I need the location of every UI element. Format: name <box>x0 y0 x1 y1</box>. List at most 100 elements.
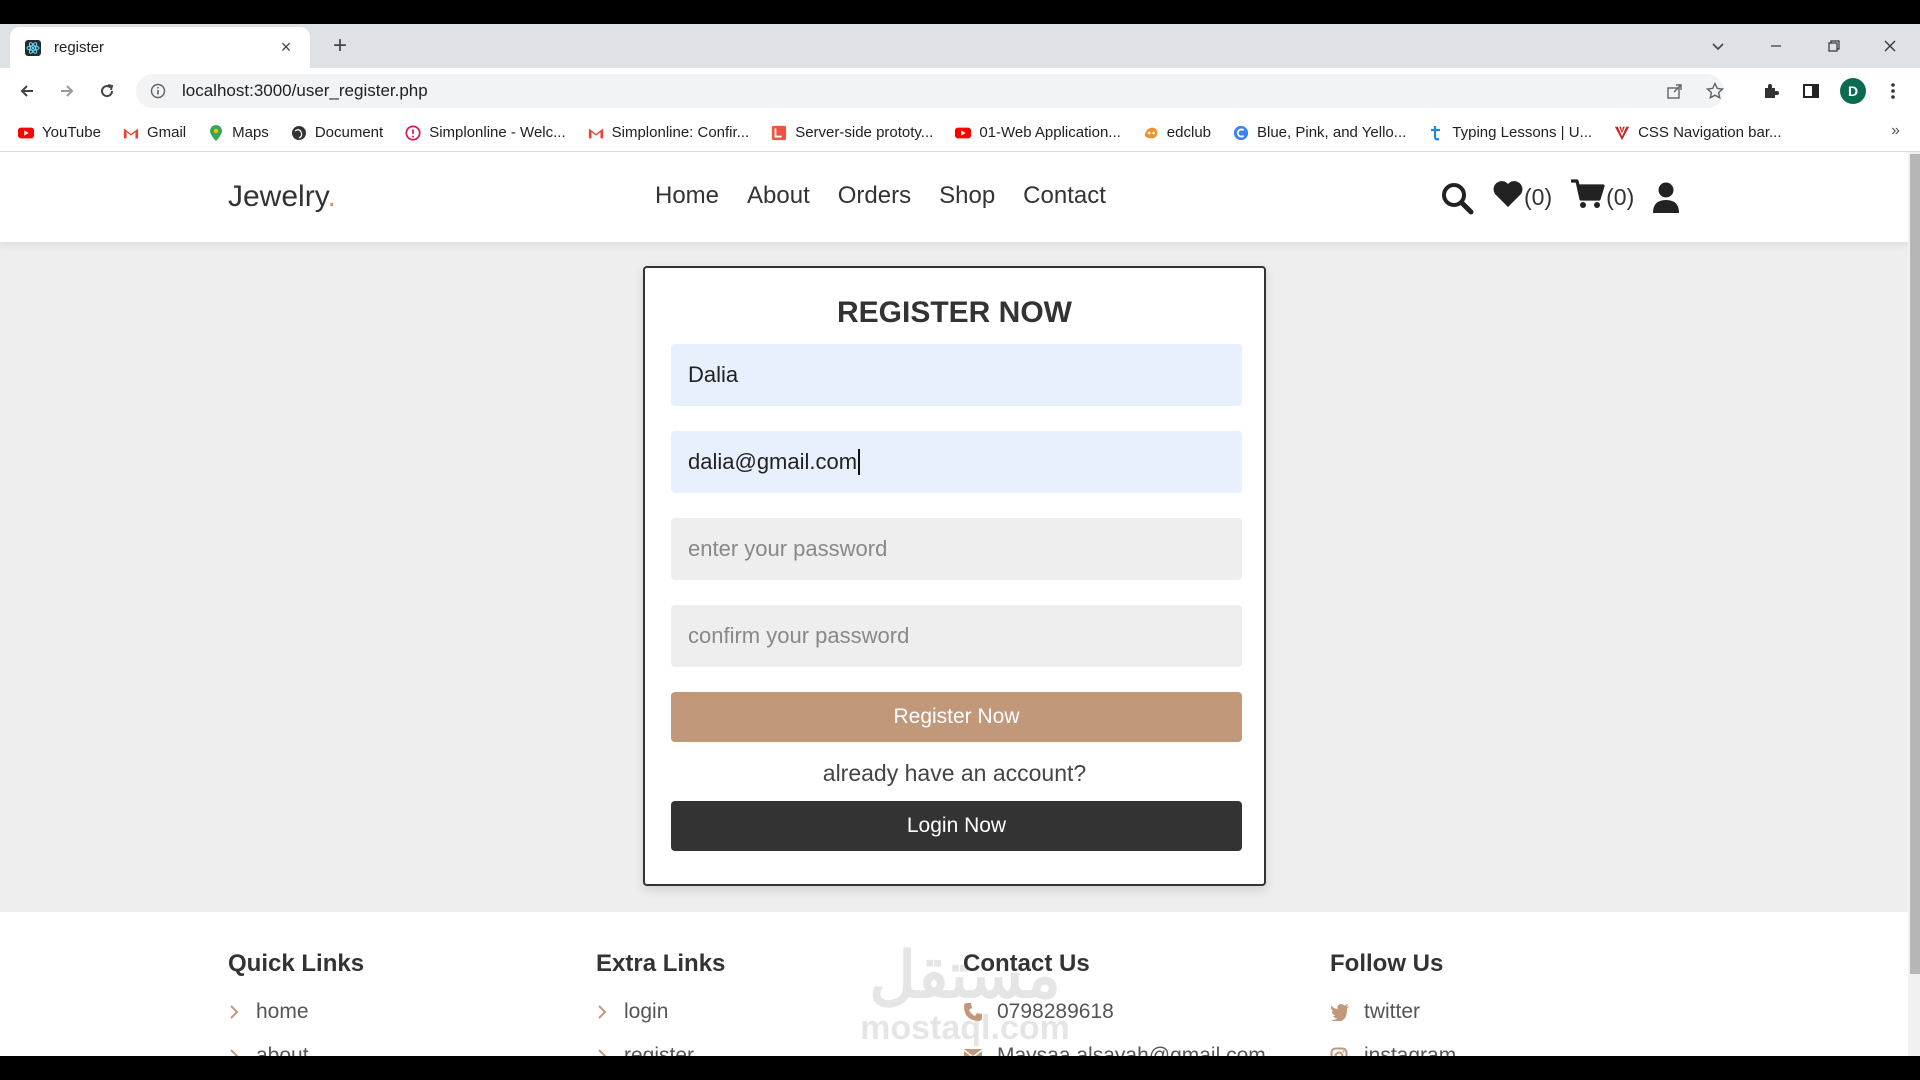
site-header: Jewelry. Home About Orders Shop Contact … <box>0 152 1908 242</box>
footer-link-login[interactable]: login <box>596 1000 725 1024</box>
search-icon[interactable] <box>1440 181 1474 215</box>
heart-icon <box>1492 179 1524 216</box>
bookmark-server-side[interactable]: Server-side prototy... <box>771 124 933 141</box>
bookmark-document[interactable]: Document <box>291 124 383 141</box>
vivaldi-icon <box>1614 125 1630 141</box>
youtube-icon <box>955 125 972 141</box>
email-input[interactable]: dalia@gmail.com <box>671 431 1242 493</box>
footer-extra-links: Extra Links login register <box>596 950 725 1056</box>
react-favicon-icon <box>24 39 42 57</box>
tab-strip: register × + <box>0 24 1920 68</box>
instagram-icon <box>1330 1047 1358 1056</box>
restore-icon[interactable] <box>1806 24 1862 68</box>
back-icon[interactable] <box>12 76 42 106</box>
main-nav: Home About Orders Shop Contact <box>655 182 1106 210</box>
footer-email[interactable]: Maysaa.alsayah@gmail.com <box>963 1044 1266 1056</box>
name-input[interactable]: Dalia <box>671 344 1242 406</box>
chevron-right-icon <box>596 1004 618 1020</box>
site-footer: مستقل mostaql.com Quick Links home about… <box>0 912 1908 1056</box>
footer-instagram[interactable]: instagram <box>1330 1044 1456 1056</box>
canva-icon <box>1233 125 1249 141</box>
profile-avatar[interactable]: D <box>1838 76 1868 106</box>
side-panel-icon[interactable] <box>1796 76 1826 106</box>
footer-link-about[interactable]: about <box>228 1044 364 1056</box>
nav-orders[interactable]: Orders <box>838 182 911 210</box>
menu-kebab-icon[interactable] <box>1878 76 1908 106</box>
bookmarks-bar: YouTube Gmail Maps Document Simplonline … <box>0 114 1920 152</box>
cart-icon <box>1570 178 1606 217</box>
nav-contact[interactable]: Contact <box>1023 182 1106 210</box>
register-button[interactable]: Register Now <box>671 692 1242 742</box>
bookmark-gmail[interactable]: Gmail <box>123 124 186 141</box>
bookmark-star-icon[interactable] <box>1706 74 1724 108</box>
simplon-icon <box>405 124 421 141</box>
bookmarks-overflow-icon[interactable]: » <box>1891 122 1900 140</box>
close-window-icon[interactable] <box>1862 24 1918 68</box>
tab-title: register <box>54 39 105 56</box>
url-text: localhost:3000/user_register.php <box>182 81 428 100</box>
form-title: REGISTER NOW <box>836 296 1072 329</box>
minimize-icon[interactable] <box>1748 24 1804 68</box>
nav-about[interactable]: About <box>747 182 810 210</box>
chevron-right-icon <box>228 1004 250 1020</box>
site-info-icon[interactable] <box>150 82 168 100</box>
tab-close-icon[interactable]: × <box>276 37 296 58</box>
confirm-password-input[interactable]: confirm your password <box>671 605 1242 667</box>
footer-phone[interactable]: 0798289618 <box>963 1000 1266 1024</box>
user-icon[interactable] <box>1652 182 1680 214</box>
nav-shop[interactable]: Shop <box>939 182 995 210</box>
register-form: REGISTER NOW Dalia dalia@gmail.com enter… <box>643 266 1266 886</box>
twitter-icon <box>1330 1003 1358 1021</box>
header-icons: (0) (0) <box>1440 178 1698 217</box>
edclub-icon <box>1143 125 1159 141</box>
footer-contact: Contact Us 0798289618 Maysaa.alsayah@gma… <box>963 950 1266 1056</box>
screen: register × + localhost:3000/user_registe… <box>0 0 1920 1080</box>
footer-quick-links: Quick Links home about <box>228 950 364 1056</box>
page-viewport: Jewelry. Home About Orders Shop Contact … <box>0 152 1908 1056</box>
page-scrollbar-thumb[interactable] <box>1910 154 1920 974</box>
bookmark-canva[interactable]: Blue, Pink, and Yello... <box>1233 124 1406 141</box>
reload-icon[interactable] <box>92 76 122 106</box>
new-tab-button[interactable]: + <box>326 32 354 60</box>
globe-icon <box>291 125 307 141</box>
bookmark-maps[interactable]: Maps <box>208 124 269 141</box>
laravel-icon <box>771 125 787 141</box>
tab-register[interactable]: register × <box>10 27 310 68</box>
footer-follow: Follow Us twitter instagram <box>1330 950 1456 1056</box>
extensions-icon[interactable] <box>1756 76 1786 106</box>
bookmark-typing-lessons[interactable]: Typing Lessons | U... <box>1428 124 1592 141</box>
wishlist-count: (0) <box>1524 184 1553 210</box>
bookmark-simplonline-welcome[interactable]: Simplonline - Welc... <box>405 124 566 141</box>
login-button[interactable]: Login Now <box>671 801 1242 851</box>
typing-icon <box>1428 125 1444 141</box>
share-icon[interactable] <box>1666 74 1684 108</box>
bookmark-web-application[interactable]: 01-Web Application... <box>955 124 1121 141</box>
youtube-icon <box>18 125 34 141</box>
bookmark-simplonline-confirm[interactable]: Simplonline: Confir... <box>588 124 749 141</box>
footer-twitter[interactable]: twitter <box>1330 1000 1456 1024</box>
chevron-right-icon <box>228 1048 250 1056</box>
wishlist-link[interactable]: (0) <box>1492 179 1552 216</box>
bookmark-edclub[interactable]: edclub <box>1143 124 1211 141</box>
browser-chrome: register × + localhost:3000/user_registe… <box>0 24 1920 152</box>
browser-toolbar: localhost:3000/user_register.php D <box>0 68 1920 114</box>
gmail-icon <box>123 125 139 141</box>
text-caret <box>858 449 861 475</box>
footer-link-home[interactable]: home <box>228 1000 364 1024</box>
bookmark-youtube[interactable]: YouTube <box>18 124 101 141</box>
address-bar[interactable]: localhost:3000/user_register.php <box>136 74 1724 108</box>
nav-home[interactable]: Home <box>655 182 719 210</box>
maps-icon <box>208 124 224 141</box>
phone-icon <box>963 1002 991 1022</box>
chevron-right-icon <box>596 1048 618 1056</box>
site-logo[interactable]: Jewelry. <box>228 180 336 214</box>
gmail-icon <box>588 125 604 141</box>
tab-search-icon[interactable] <box>1690 24 1746 68</box>
envelope-icon <box>963 1048 991 1056</box>
password-input[interactable]: enter your password <box>671 518 1242 580</box>
bookmark-css-navigation[interactable]: CSS Navigation bar... <box>1614 124 1782 141</box>
forward-icon[interactable] <box>52 76 82 106</box>
footer-link-register[interactable]: register <box>596 1044 725 1056</box>
cart-link[interactable]: (0) <box>1570 178 1634 217</box>
cart-count: (0) <box>1606 184 1635 210</box>
